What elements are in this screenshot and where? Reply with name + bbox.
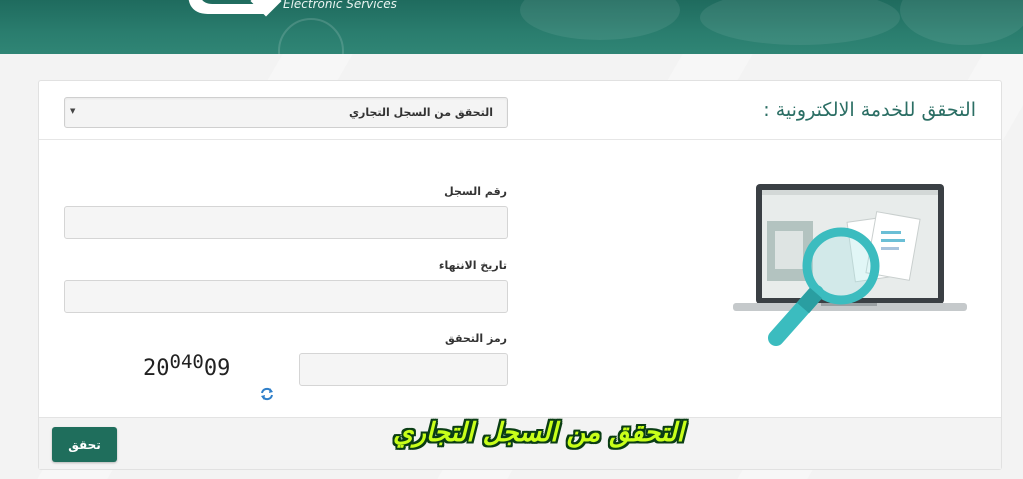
captcha-char: 0 (156, 356, 170, 381)
captcha-char: 0 (203, 356, 218, 381)
expiry-date-label: تاريخ الانتهاء (438, 259, 507, 272)
captcha-char: 0 (169, 351, 181, 373)
verification-code-input[interactable] (299, 353, 508, 386)
service-select-value: التحقق من السجل التجاري (348, 106, 493, 119)
registration-number-input[interactable] (64, 206, 508, 239)
laptop-magnifier-illustration (733, 184, 967, 346)
captcha-char: 2 (143, 356, 157, 381)
verification-code-label: رمز التحقق (445, 332, 507, 345)
verification-card: التحقق للخدمة الالكترونية : التحقق من ال… (38, 80, 1002, 470)
map-decoration (700, 0, 900, 45)
card-header: التحقق للخدمة الالكترونية : التحقق من ال… (39, 81, 1001, 140)
service-select[interactable]: التحقق من السجل التجاري ▼ (64, 97, 508, 128)
captcha-char: 4 (180, 351, 193, 373)
registration-number-label: رقم السجل (444, 185, 507, 198)
page-title: التحقق للخدمة الالكترونية : (763, 99, 976, 121)
map-decoration (520, 0, 680, 40)
site-header: Electronic Services (0, 0, 1023, 54)
map-decoration (900, 0, 1023, 45)
captcha-image: 2004009 (143, 351, 231, 381)
brand-subtitle: Electronic Services (283, 0, 397, 11)
chevron-down-icon: ▼ (70, 107, 76, 115)
overlay-caption: التحقق من السجل التجاري (393, 418, 684, 448)
verify-button[interactable]: تحقق (52, 427, 117, 462)
captcha-char: 9 (217, 356, 231, 381)
captcha-char: 0 (192, 351, 204, 373)
expiry-date-input[interactable] (64, 280, 508, 313)
emblem-decoration (278, 18, 344, 54)
refresh-icon[interactable] (260, 387, 274, 401)
